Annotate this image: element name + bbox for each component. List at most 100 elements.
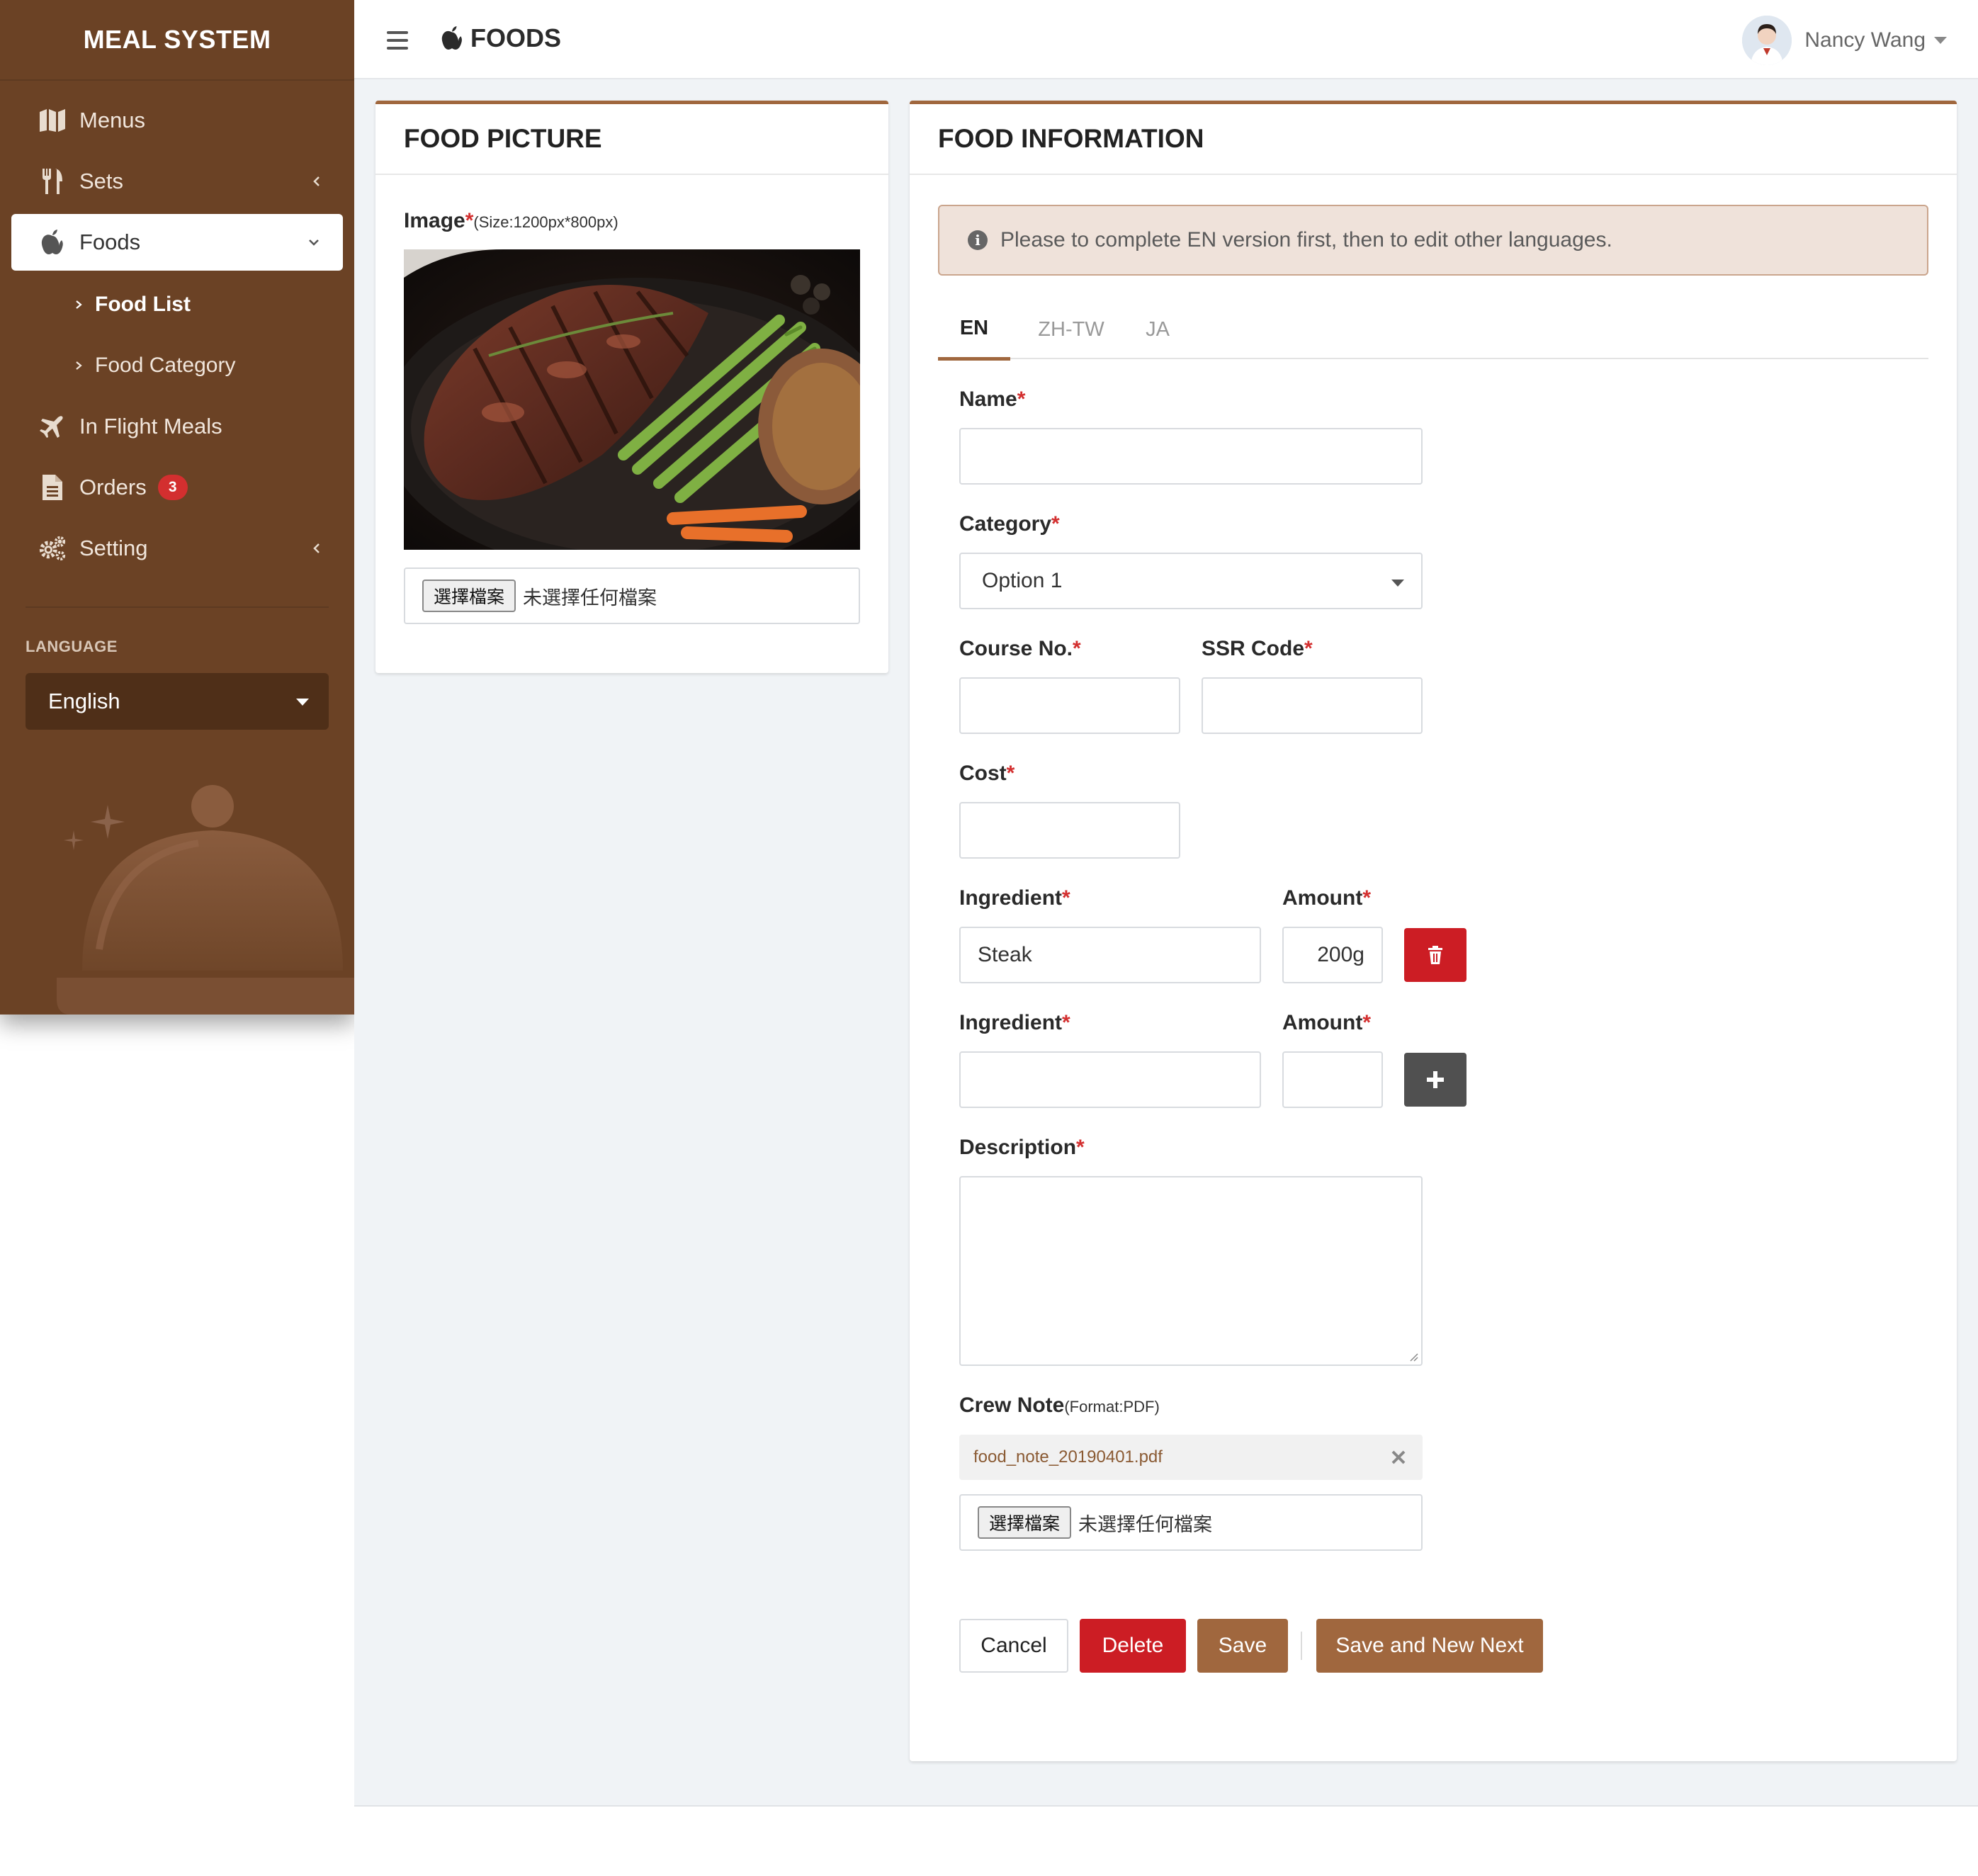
- resize-handle-icon[interactable]: [1407, 1350, 1418, 1362]
- attachment-filename[interactable]: food_note_20190401.pdf: [973, 1447, 1163, 1467]
- ingredient-input[interactable]: [959, 1051, 1261, 1108]
- sidebar-item-foods[interactable]: Foods: [11, 214, 343, 271]
- name-label: Name*: [959, 388, 1026, 411]
- trash-icon: [1428, 946, 1442, 964]
- sidebar-subitem-food-list[interactable]: Food List: [74, 283, 191, 326]
- info-alert: i Please to complete EN version first, t…: [938, 205, 1928, 276]
- tab-ja[interactable]: JA: [1129, 300, 1186, 359]
- ssr-code-label: SSR Code*: [1202, 637, 1313, 660]
- sidebar-item-label: Foods: [79, 230, 141, 254]
- chevron-left-icon: [313, 543, 320, 553]
- sidebar-subitem-label: Food List: [95, 293, 191, 316]
- language-heading: LANGUAGE: [26, 638, 118, 655]
- sidebar-item-label: Setting: [79, 536, 148, 560]
- top-bar: FOODS Nancy Wang: [354, 0, 1978, 79]
- description-textarea[interactable]: [959, 1176, 1423, 1366]
- sidebar-item-label: Sets: [79, 169, 124, 193]
- image-file-input[interactable]: 選擇檔案 未選擇任何檔案: [404, 567, 860, 624]
- amount-input[interactable]: 200g: [1282, 927, 1383, 983]
- sidebar: MEAL SYSTEM Menus Sets Foods Food List F…: [0, 0, 354, 1015]
- crew-note-attachment[interactable]: food_note_20190401.pdf: [959, 1435, 1423, 1480]
- apple-icon: [38, 228, 67, 256]
- food-image: [404, 249, 860, 550]
- chevron-left-icon: [313, 176, 320, 186]
- sidebar-item-label: In Flight Meals: [79, 414, 222, 439]
- amount-input[interactable]: [1282, 1051, 1383, 1108]
- user-menu[interactable]: Nancy Wang: [1742, 16, 1947, 65]
- button-separator: [1301, 1632, 1302, 1660]
- plus-icon: [1427, 1071, 1444, 1088]
- caret-down-icon: [1934, 37, 1947, 44]
- avatar: [1742, 16, 1792, 65]
- apple-icon: [441, 26, 462, 50]
- choose-file-button[interactable]: 選擇檔案: [978, 1506, 1072, 1539]
- choose-file-button[interactable]: 選擇檔案: [422, 580, 516, 612]
- description-label: Description*: [959, 1136, 1085, 1159]
- page-title: FOODS: [441, 21, 561, 55]
- page-title-text: FOODS: [470, 23, 562, 52]
- sidebar-subitem-label: Food Category: [95, 354, 236, 377]
- alert-text: Please to complete EN version first, the…: [1000, 228, 1612, 252]
- category-label: Category*: [959, 512, 1060, 536]
- card-title: FOOD PICTURE: [375, 104, 888, 175]
- tab-zh-tw[interactable]: ZH-TW: [1024, 300, 1118, 359]
- user-name: Nancy Wang: [1804, 28, 1926, 52]
- document-icon: [38, 473, 67, 502]
- sidebar-item-setting[interactable]: Setting: [0, 520, 354, 577]
- brand-title: MEAL SYSTEM: [0, 0, 354, 81]
- chevron-down-icon: [309, 239, 319, 246]
- sidebar-item-menus[interactable]: Menus: [0, 92, 354, 149]
- language-select[interactable]: English: [26, 673, 329, 730]
- cloche-illustration: [57, 785, 354, 1015]
- delete-button[interactable]: Delete: [1080, 1619, 1186, 1673]
- language-tabs: EN ZH-TW JA: [938, 300, 1928, 361]
- file-status-text: 未選擇任何檔案: [523, 587, 657, 609]
- ingredient-label: Ingredient*: [959, 1011, 1070, 1034]
- cost-label: Cost*: [959, 762, 1015, 785]
- food-information-card: FOOD INFORMATION i Please to complete EN…: [910, 101, 1957, 1761]
- amount-label: Amount*: [1282, 1011, 1371, 1034]
- course-no-input[interactable]: [959, 677, 1180, 734]
- save-button[interactable]: Save: [1197, 1619, 1288, 1673]
- name-input[interactable]: [959, 428, 1423, 485]
- cost-input[interactable]: [959, 802, 1180, 859]
- hamburger-menu-icon[interactable]: [387, 31, 408, 50]
- main-content: FOOD PICTURE Image*(Size:1200px*800px) 選…: [354, 79, 1978, 1807]
- orders-count-badge: 3: [157, 475, 188, 500]
- map-icon: [38, 106, 67, 135]
- course-no-label: Course No.*: [959, 637, 1081, 660]
- amount-label: Amount*: [1282, 886, 1371, 910]
- chevron-right-icon: [76, 300, 82, 309]
- sidebar-item-in-flight-meals[interactable]: In Flight Meals: [0, 398, 354, 455]
- crew-note-label: Crew Note(Format:PDF): [959, 1394, 1160, 1417]
- ingredient-input[interactable]: Steak: [959, 927, 1261, 983]
- sidebar-item-label: Menus: [79, 108, 146, 132]
- info-icon: i: [968, 230, 988, 250]
- tab-en[interactable]: EN: [938, 300, 1010, 361]
- ssr-code-input[interactable]: [1202, 677, 1423, 734]
- plane-icon: [38, 412, 67, 441]
- caret-down-icon: [296, 699, 309, 706]
- sidebar-item-sets[interactable]: Sets: [0, 153, 354, 210]
- file-status-text: 未選擇任何檔案: [1078, 1513, 1213, 1535]
- sidebar-subitem-food-category[interactable]: Food Category: [74, 344, 235, 387]
- category-select[interactable]: Option 1: [959, 553, 1423, 609]
- gears-icon: [38, 534, 67, 563]
- language-select-value: English: [48, 689, 120, 713]
- sidebar-item-orders[interactable]: Orders 3: [0, 459, 354, 516]
- chevron-right-icon: [76, 361, 82, 370]
- save-and-new-next-button[interactable]: Save and New Next: [1316, 1619, 1543, 1673]
- close-icon[interactable]: [1390, 1449, 1407, 1466]
- utensils-icon: [38, 167, 67, 196]
- crew-note-file-input[interactable]: 選擇檔案 未選擇任何檔案: [959, 1494, 1423, 1551]
- ingredient-label: Ingredient*: [959, 886, 1070, 910]
- sidebar-item-label: Orders: [79, 475, 147, 499]
- sidebar-divider: [26, 606, 329, 608]
- caret-down-icon: [1391, 580, 1404, 587]
- food-picture-card: FOOD PICTURE Image*(Size:1200px*800px) 選…: [375, 101, 888, 673]
- cancel-button[interactable]: Cancel: [959, 1619, 1068, 1673]
- add-ingredient-button[interactable]: [1404, 1053, 1466, 1107]
- image-label: Image*(Size:1200px*800px): [404, 209, 618, 232]
- remove-ingredient-button[interactable]: [1404, 928, 1466, 982]
- card-title: FOOD INFORMATION: [910, 104, 1957, 175]
